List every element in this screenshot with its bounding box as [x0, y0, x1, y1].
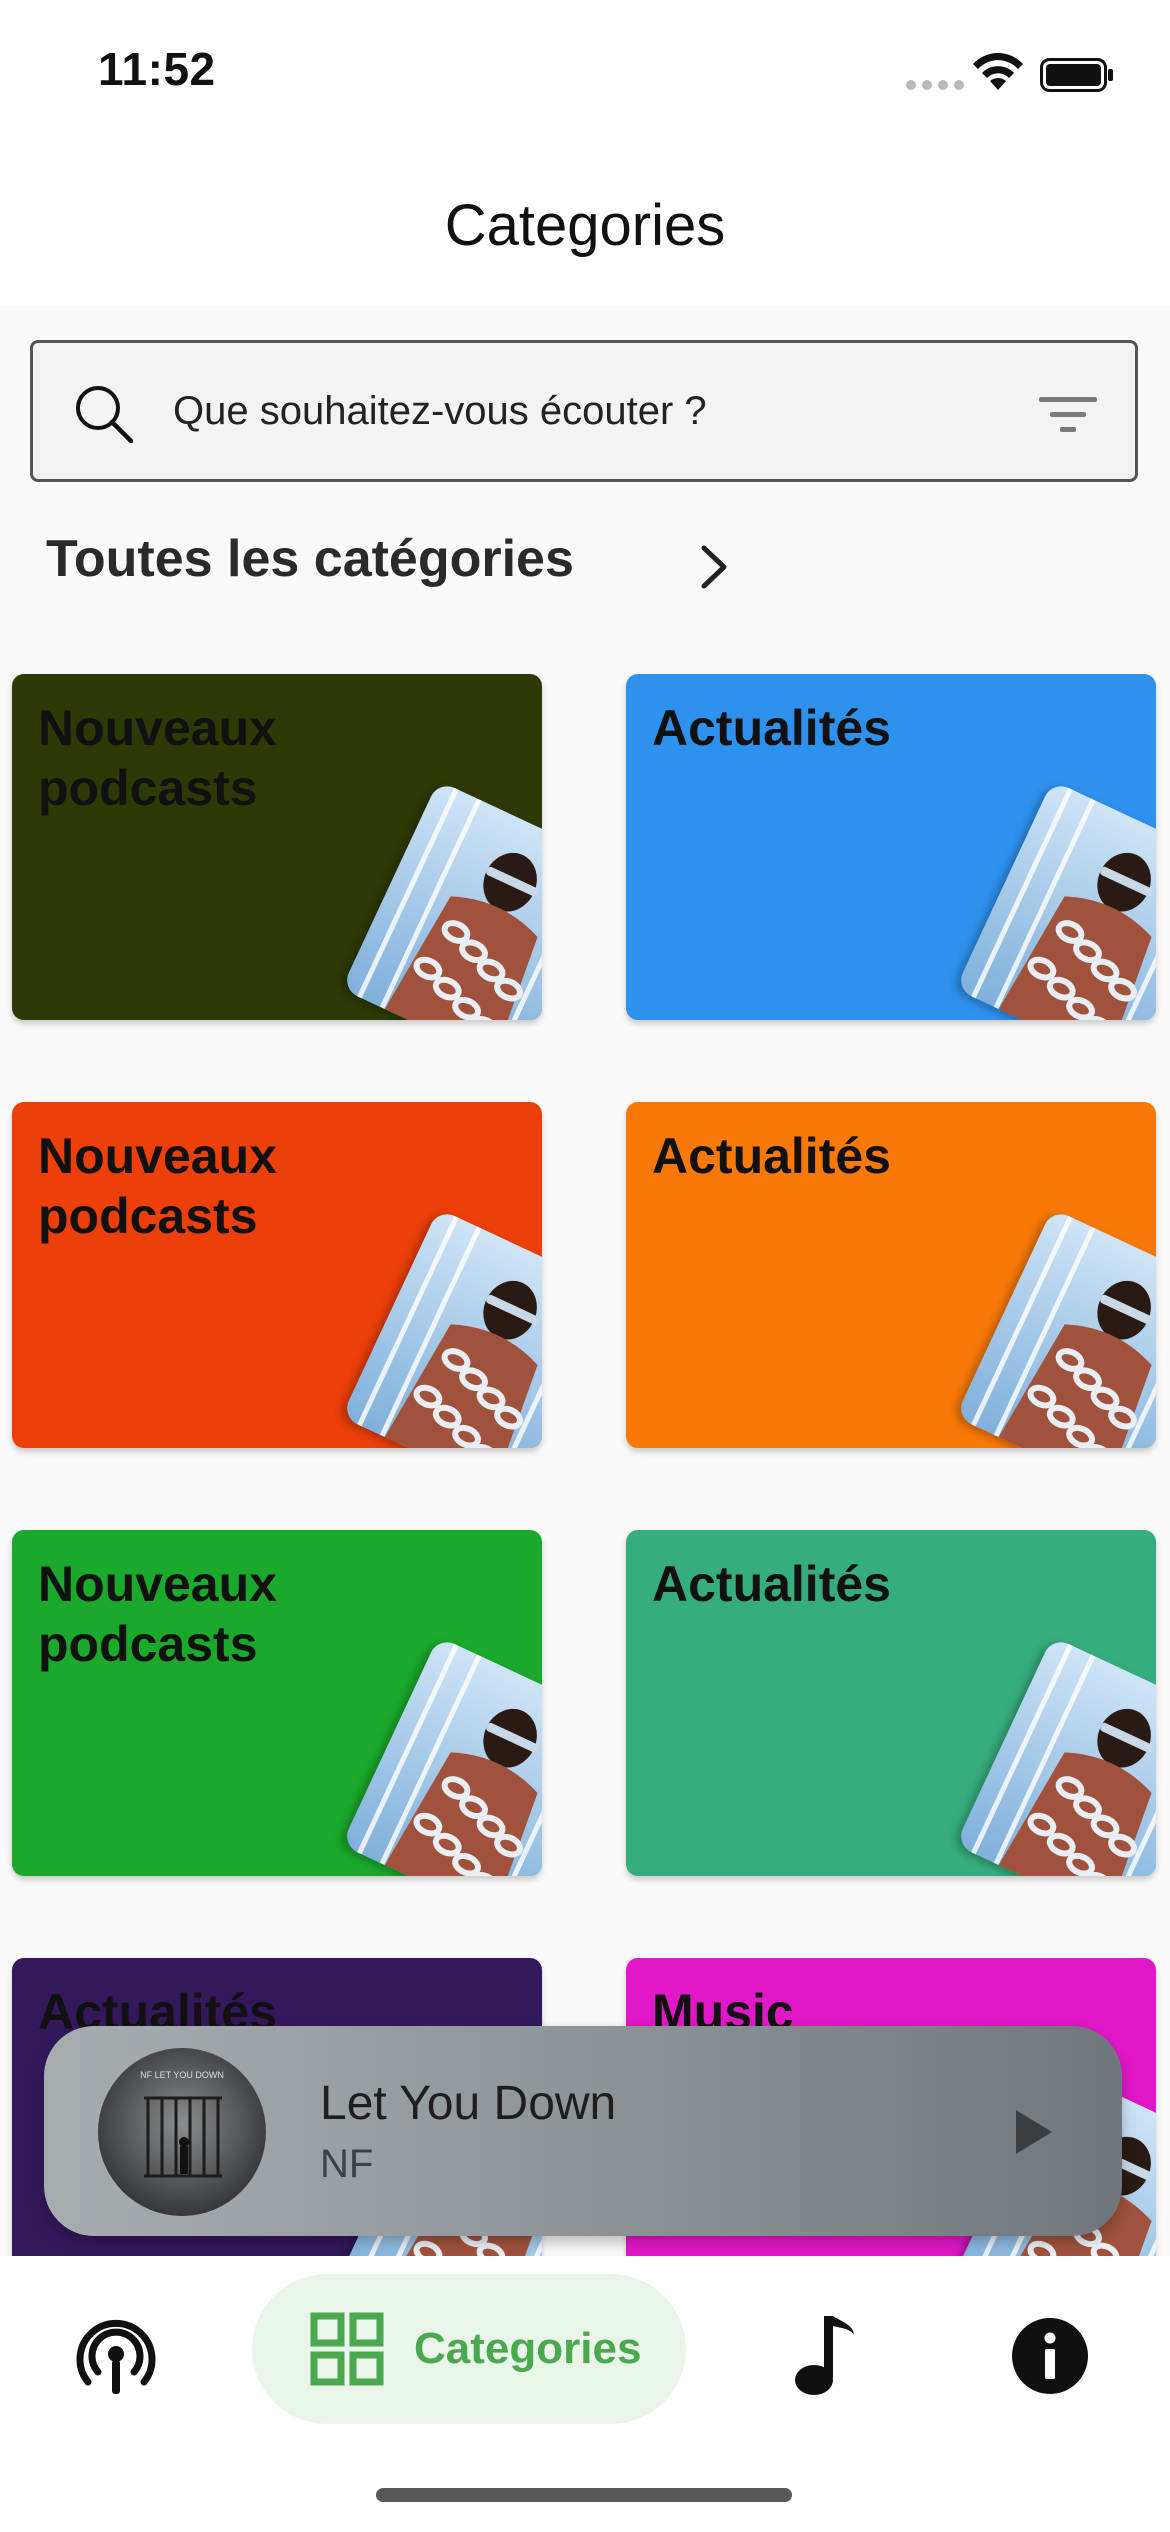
section-title: Toutes les catégories	[46, 530, 574, 588]
category-card[interactable]: Actualités	[626, 1102, 1156, 1448]
nav-podcasts[interactable]	[76, 2316, 156, 2396]
category-card-label: Nouveaux podcasts	[38, 700, 277, 816]
category-card[interactable]: Nouveaux podcasts	[12, 1530, 542, 1876]
main-content[interactable]: Toutes les catégories Nouveaux podcasts	[0, 306, 1170, 2256]
track-artist: NF	[320, 2142, 374, 2186]
music-note-icon	[795, 2316, 854, 2395]
status-time: 11:52	[98, 43, 216, 95]
category-card-label: Actualités	[652, 1128, 891, 1184]
battery-icon	[1040, 58, 1113, 92]
category-card-art	[955, 1636, 1156, 1876]
info-icon	[1012, 2318, 1088, 2394]
podcast-icon	[76, 2319, 156, 2394]
category-card-label: Nouveaux podcasts	[38, 1128, 277, 1244]
grid-icon	[310, 2312, 384, 2386]
category-artwork	[341, 1208, 542, 1448]
category-card-art	[955, 780, 1156, 1020]
search-bar[interactable]	[30, 340, 1138, 482]
category-artwork	[341, 780, 542, 1020]
mini-player[interactable]: NF LET YOU DOWN Let You Down NF	[44, 2026, 1122, 2236]
search-icon	[76, 386, 134, 444]
category-card-label: Actualités	[652, 700, 891, 756]
category-card-label: Nouveaux podcasts	[38, 1556, 277, 1672]
category-artwork	[955, 1208, 1156, 1448]
category-card-art	[955, 1208, 1156, 1448]
category-card-art	[341, 780, 542, 1020]
nav-music[interactable]	[790, 2312, 860, 2398]
category-card-art	[341, 1636, 542, 1876]
page-title: Categories	[444, 193, 726, 258]
category-card[interactable]: Actualités	[626, 1530, 1156, 1876]
cellular-signal-icon	[906, 80, 964, 90]
search-input[interactable]	[173, 379, 973, 443]
category-artwork	[955, 1636, 1156, 1876]
nav-categories[interactable]: Categories	[252, 2274, 686, 2424]
album-art-text: NF LET YOU DOWN	[140, 2070, 224, 2080]
category-card-art	[341, 1208, 542, 1448]
category-card[interactable]: Nouveaux podcasts	[12, 674, 542, 1020]
category-card[interactable]: Actualités	[626, 674, 1156, 1020]
nav-info[interactable]	[1010, 2316, 1090, 2396]
wifi-icon	[973, 53, 1023, 90]
filter-icon[interactable]	[1037, 393, 1099, 437]
section-header-all-categories[interactable]: Toutes les catégories	[46, 524, 574, 594]
play-button[interactable]	[1004, 2104, 1060, 2160]
category-artwork	[341, 1636, 542, 1876]
track-title: Let You Down	[320, 2077, 617, 2130]
chevron-right-icon[interactable]	[694, 542, 734, 592]
category-card[interactable]: Nouveaux podcasts	[12, 1102, 542, 1448]
app-header: Categories	[0, 140, 1170, 306]
album-art: NF LET YOU DOWN	[98, 2048, 266, 2216]
home-indicator	[376, 2488, 792, 2502]
category-card-label: Actualités	[652, 1556, 891, 1612]
nav-categories-label: Categories	[414, 2324, 642, 2373]
status-bar: 11:52	[0, 0, 1170, 140]
category-artwork	[955, 780, 1156, 1020]
